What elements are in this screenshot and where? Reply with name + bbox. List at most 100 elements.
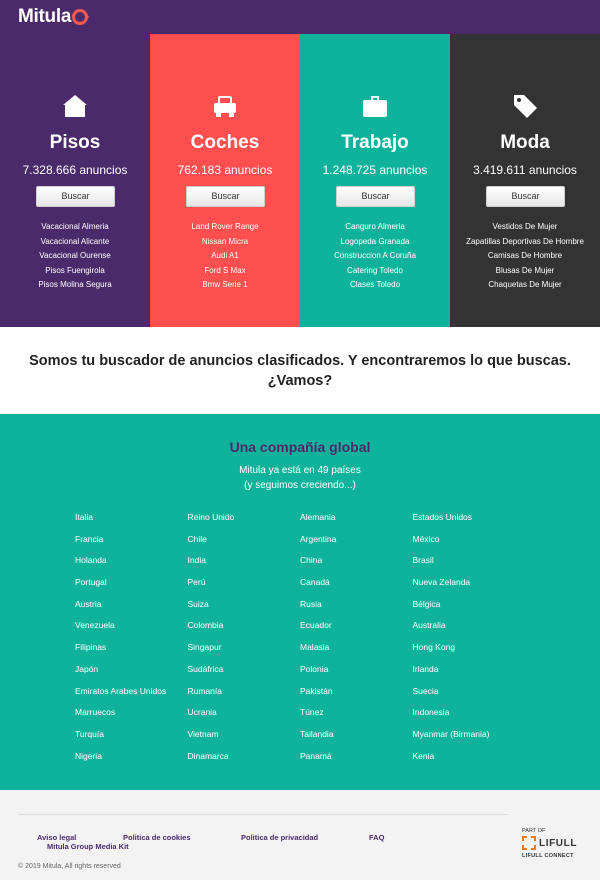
country-item[interactable]: Indonesia (413, 707, 526, 729)
country-item[interactable]: Argentina (300, 534, 413, 556)
global-subtitle-line: Mitula ya está en 49 países (239, 465, 361, 476)
search-button[interactable]: Buscar (486, 186, 565, 207)
lifull-connect-text: LIFULL CONNECT (522, 853, 574, 859)
country-item[interactable]: Japón (75, 664, 188, 686)
lifull-brand: LIFULL (522, 836, 587, 850)
country-item[interactable]: Estados Unidos (413, 512, 526, 534)
top-header: Mitula (0, 0, 600, 34)
country-item[interactable]: Holanda (75, 555, 188, 577)
country-item[interactable]: Sudáfrica (188, 664, 301, 686)
aviso-legal-link[interactable]: Aviso legal (37, 833, 76, 842)
country-item[interactable]: Marruecos (75, 707, 188, 729)
footer: Aviso legal Politica de cookies Politica… (0, 790, 600, 880)
category-link[interactable]: Pisos Molina Segura (0, 278, 150, 293)
country-item[interactable]: Nigeria (75, 751, 188, 773)
search-button[interactable]: Buscar (336, 186, 415, 207)
country-item[interactable]: Rumanía (188, 686, 301, 708)
media-kit-link[interactable]: Mitula Group Media Kit (47, 842, 129, 851)
briefcase-icon (363, 96, 387, 117)
country-item[interactable]: Chile (188, 534, 301, 556)
country-item[interactable]: México (413, 534, 526, 556)
category-link[interactable]: Catering Toledo (300, 264, 450, 279)
country-item[interactable]: Suecia (413, 686, 526, 708)
country-item[interactable]: Polonia (300, 664, 413, 686)
house-icon (63, 95, 87, 117)
category-title[interactable]: Moda (450, 132, 600, 154)
category-title[interactable]: Coches (150, 132, 300, 154)
category-link[interactable]: Vacacional Alicante (0, 235, 150, 250)
country-item[interactable]: Myanmar (Birmania) (413, 729, 526, 751)
country-item[interactable]: Panamá (300, 751, 413, 773)
logo-text: Mitula (18, 6, 72, 27)
country-item[interactable]: Ucrania (188, 707, 301, 729)
mitula-logo[interactable]: Mitula (18, 6, 91, 28)
country-item[interactable]: Bélgica (413, 599, 526, 621)
country-item[interactable]: Brasil (413, 555, 526, 577)
global-section: Una compañía global Mitula ya está en 49… (0, 414, 600, 790)
category-panels: Pisos 7.328.666 anuncios Buscar Vacacion… (0, 34, 600, 327)
lifull-mark-icon (522, 836, 536, 850)
category-link[interactable]: Chaquetas De Mujer (450, 278, 600, 293)
privacy-link[interactable]: Politica de privacidad (241, 833, 318, 842)
country-item[interactable]: Rusia (300, 599, 413, 621)
category-count: 1.248.725 anuncios (322, 163, 428, 177)
country-item[interactable]: Kenia (413, 751, 526, 773)
category-title[interactable]: Trabajo (300, 132, 450, 154)
country-item[interactable]: Nueva Zelanda (413, 577, 526, 599)
country-item[interactable]: Reino Unido (188, 512, 301, 534)
country-item[interactable]: Alemania (300, 512, 413, 534)
country-item[interactable]: Italia (75, 512, 188, 534)
country-item[interactable]: Emiratos Arabes Unidos (75, 686, 188, 708)
category-title[interactable]: Pisos (0, 132, 150, 154)
country-item[interactable]: China (300, 555, 413, 577)
country-item[interactable]: Tailandia (300, 729, 413, 751)
country-item[interactable]: Perú (188, 577, 301, 599)
category-link[interactable]: Vacacional Almeria (0, 220, 150, 235)
country-item[interactable]: Singapur (188, 642, 301, 664)
country-item[interactable]: Ecuador (300, 620, 413, 642)
category-link[interactable]: Nissan Micra (150, 235, 300, 250)
category-link[interactable]: Clases Toledo (300, 278, 450, 293)
category-link[interactable]: Land Rover Range (150, 220, 300, 235)
lifull-logo[interactable]: PART OF LIFULL LIFULL CONNECT (522, 828, 587, 859)
category-link[interactable]: Audi A1 (150, 249, 300, 264)
panel-trabajo: Trabajo 1.248.725 anuncios Buscar Cangur… (300, 34, 450, 327)
country-item[interactable]: Dinamarca (188, 751, 301, 773)
country-item[interactable]: Australia (413, 620, 526, 642)
tagline-section: Somos tu buscador de anuncios clasificad… (0, 327, 600, 414)
search-button[interactable]: Buscar (186, 186, 265, 207)
country-item[interactable]: India (188, 555, 301, 577)
category-link[interactable]: Logopeda Granada (300, 235, 450, 250)
category-count: 3.419.611 anuncios (473, 163, 577, 177)
lifull-brand-text: LIFULL (539, 837, 578, 849)
category-link[interactable]: Ford S Max (150, 264, 300, 279)
category-link[interactable]: Pisos Fuengirola (0, 264, 150, 279)
country-item[interactable]: Hong Kong (413, 642, 526, 664)
country-item[interactable]: Filipinas (75, 642, 188, 664)
country-item[interactable]: Austria (75, 599, 188, 621)
cookies-link[interactable]: Politica de cookies (123, 833, 191, 842)
country-item[interactable]: Vietnam (188, 729, 301, 751)
country-item[interactable]: Portugal (75, 577, 188, 599)
category-link[interactable]: Camisas De Hombre (450, 249, 600, 264)
search-button[interactable]: Buscar (36, 186, 115, 207)
tagline-text: Somos tu buscador de anuncios clasificad… (29, 352, 571, 389)
category-link[interactable]: Construccion A Coruña (300, 249, 450, 264)
country-item[interactable]: Venezuela (75, 620, 188, 642)
country-item[interactable]: Pakistán (300, 686, 413, 708)
faq-link[interactable]: FAQ (369, 833, 384, 842)
category-link[interactable]: Vacacional Ourense (0, 249, 150, 264)
country-item[interactable]: Canadá (300, 577, 413, 599)
country-item[interactable]: Turquía (75, 729, 188, 751)
country-item[interactable]: Malasia (300, 642, 413, 664)
category-link[interactable]: Canguro Almeria (300, 220, 450, 235)
category-link[interactable]: Bmw Serie 1 (150, 278, 300, 293)
category-link[interactable]: Zapatillas Deportivas De Hombre (450, 235, 600, 250)
category-link[interactable]: Blusas De Mujer (450, 264, 600, 279)
category-link[interactable]: Vestidos De Mujer (450, 220, 600, 235)
country-item[interactable]: Túnez (300, 707, 413, 729)
country-item[interactable]: Francia (75, 534, 188, 556)
country-item[interactable]: Irlanda (413, 664, 526, 686)
country-item[interactable]: Suiza (188, 599, 301, 621)
country-item[interactable]: Colombia (188, 620, 301, 642)
